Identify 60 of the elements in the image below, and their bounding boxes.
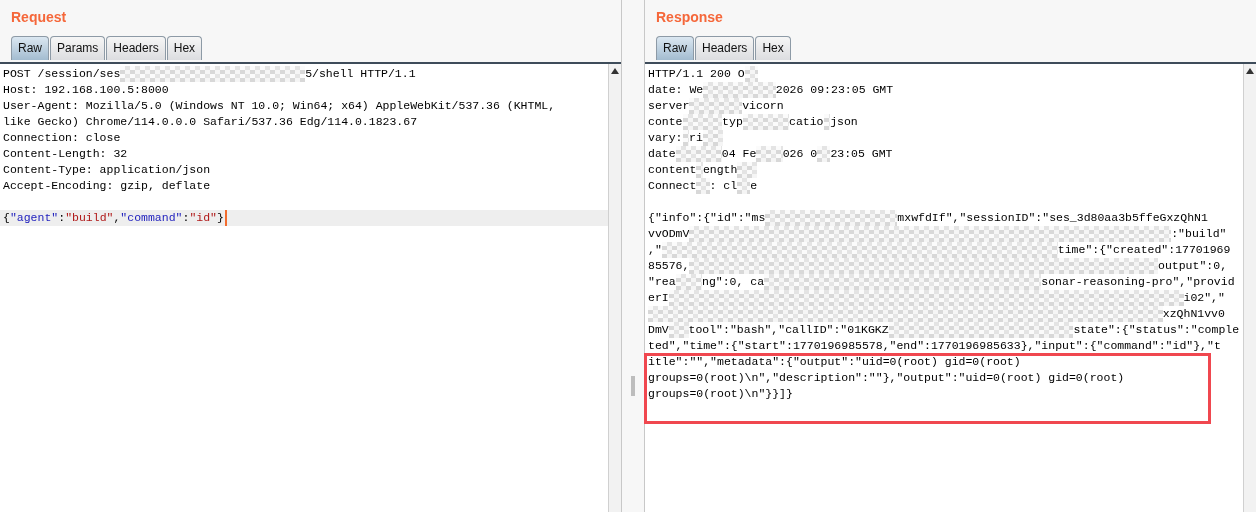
code-text: date — [648, 146, 676, 162]
code-text: vary: — [648, 130, 683, 146]
tab[interactable]: Raw — [656, 36, 694, 60]
code-text: Connect — [648, 178, 697, 194]
code-text: time":{"created":17701969 — [1057, 242, 1231, 258]
code-text: 2026 09:23:05 GMT — [775, 82, 894, 98]
code-text: json — [830, 114, 858, 130]
code-text: Host: 192.168.100.5:8000 — [3, 82, 169, 98]
code-text: 85576, — [648, 258, 690, 274]
code-text: Content-Length: 32 — [3, 146, 128, 162]
code-text: server — [648, 98, 690, 114]
code-text: itle":"","metadata":{"output":"uid=0(root) gid=0(root) — [648, 354, 1021, 370]
tab[interactable]: Hex — [166, 36, 203, 60]
code-text: ng":0, ca — [702, 274, 765, 290]
code-text: DmV — [648, 322, 669, 338]
code-text: mxwfdIf","sessionID":"ses_3d80aa3b5ffeGxzQhN1 — [897, 210, 1208, 226]
code-text: groups=0(root)\n"}}]} — [648, 386, 793, 402]
code-text: : cl — [709, 178, 738, 194]
code-text: e — [750, 178, 758, 194]
code-text: Connection: close — [3, 130, 121, 146]
code-text: 04 Fe — [721, 146, 757, 162]
code-text: HTTP/1.1 200 O — [648, 66, 745, 82]
code-text: date: We — [648, 82, 704, 98]
code-text: ri — [689, 130, 703, 146]
code-text: 23:05 GMT — [830, 146, 893, 162]
code-text: {"agent":"build","command":"id"} — [3, 210, 224, 226]
code-text: ," — [648, 242, 662, 258]
code-text: :"build" — [1171, 226, 1227, 242]
tab[interactable]: Raw — [11, 36, 49, 60]
code-text: vvODmV — [648, 226, 690, 242]
code-text: ength — [702, 162, 738, 178]
code-text: 5/shell HTTP/1.1 — [305, 66, 416, 82]
code-text: sonar-reasoning-pro","provid — [1041, 274, 1235, 290]
code-text: User-Agent: Mozilla/5.0 (Windows NT 10.0; Win64; x64) AppleWebKit/537.36 (KHTML, — [3, 98, 556, 114]
code-text: conte — [648, 114, 683, 130]
code-text: output":0, — [1158, 258, 1228, 274]
pane-title: Response — [656, 8, 723, 26]
code-text: {"info":{"id":"ms — [648, 210, 766, 226]
code-text: Content-Type: application/json — [3, 162, 211, 178]
code-text: state":{"status":"comple — [1073, 322, 1240, 338]
code-text: vicorn — [742, 98, 784, 114]
tab[interactable]: Params — [50, 36, 106, 60]
code-text: tool":"bash","callID":"01KGKZ — [688, 322, 889, 338]
code-text: Accept-Encoding: gzip, deflate — [3, 178, 211, 194]
code-text: content — [648, 162, 697, 178]
pane-title: Request — [11, 8, 67, 26]
code-text: like Gecko) Chrome/114.0.0.0 Safari/537.36 Edg/114.0.1823.67 — [3, 114, 418, 130]
code-text: catio — [789, 114, 824, 130]
code-text: xzQhN1vv0 — [1162, 306, 1225, 322]
code-text: ted","time":{"start":1770196985578,"end":1770196985633},"input":{"command":"id"},"t — [648, 338, 1221, 354]
code-text: i02"," — [1183, 290, 1225, 306]
code-text: erI — [648, 290, 669, 306]
code-text: typ — [722, 114, 743, 130]
code-text: groups=0(root)\n","description":""},"output":"uid=0(root) gid=0(root) — [648, 370, 1125, 386]
code-text: 026 0 — [782, 146, 818, 162]
tab[interactable]: Headers — [106, 36, 166, 60]
code-text: POST /session/ses — [3, 66, 121, 82]
tab[interactable]: Hex — [755, 36, 791, 60]
tab[interactable]: Headers — [695, 36, 755, 60]
code-text: "rea — [648, 274, 676, 290]
